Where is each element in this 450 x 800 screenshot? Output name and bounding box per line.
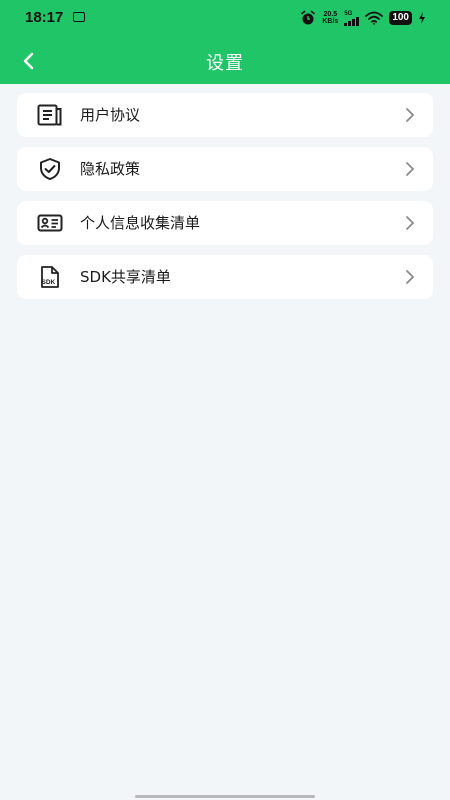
menu-item-user-agreement[interactable]: 用户协议	[17, 93, 433, 137]
notification-icon	[73, 12, 85, 22]
menu-item-label: 用户协议	[80, 106, 141, 124]
network-speed-unit: KB/s	[322, 18, 339, 25]
menu-item-label: 个人信息收集清单	[80, 214, 201, 232]
home-indicator[interactable]	[135, 795, 315, 798]
sdk-icon-text: SDK	[42, 279, 56, 286]
status-time: 18:17	[25, 9, 64, 26]
settings-list: 用户协议 隐私政策 个人信息收集清单 SDK SDK共享清单	[17, 93, 433, 309]
menu-item-sdk-sharing-list[interactable]: SDK SDK共享清单	[17, 255, 433, 299]
chevron-right-icon	[406, 270, 414, 284]
menu-item-personal-info-list[interactable]: 个人信息收集清单	[17, 201, 433, 245]
wifi-icon	[365, 11, 384, 25]
charging-icon	[419, 12, 425, 24]
app-header: 18:17 20.5 KB/s 5G 100 设置	[0, 0, 450, 84]
menu-item-privacy-policy[interactable]: 隐私政策	[17, 147, 433, 191]
sdk-file-icon: SDK	[41, 266, 59, 288]
id-card-icon	[37, 214, 63, 232]
menu-item-label: 隐私政策	[80, 160, 141, 178]
chevron-right-icon	[406, 108, 414, 122]
network-speed-value: 20.5	[323, 11, 338, 18]
status-bar: 18:17 20.5 KB/s 5G 100	[0, 0, 450, 36]
shield-check-icon	[40, 158, 60, 180]
page-title: 设置	[206, 53, 244, 74]
network-speed: 20.5 KB/s	[322, 11, 338, 25]
alarm-icon	[301, 10, 316, 25]
status-icons: 20.5 KB/s 5G 100	[300, 9, 426, 27]
menu-item-label: SDK共享清单	[80, 268, 171, 286]
signal-bars-icon	[344, 16, 360, 26]
chevron-right-icon	[406, 216, 414, 230]
signal-indicator: 5G	[344, 11, 360, 26]
battery-level: 100	[389, 11, 412, 25]
document-icon	[37, 104, 62, 126]
chevron-right-icon	[406, 162, 414, 176]
